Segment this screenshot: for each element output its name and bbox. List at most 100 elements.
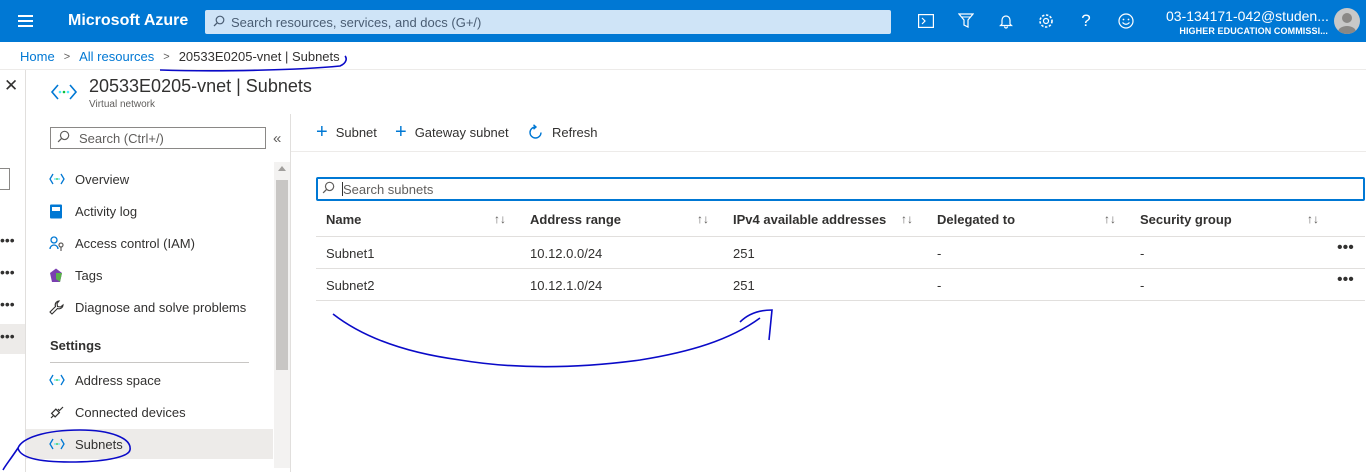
cell-security-group: -: [1140, 278, 1145, 293]
refresh-icon: [527, 124, 544, 141]
search-icon: [213, 15, 231, 30]
sort-icon[interactable]: ↑↓: [1307, 212, 1319, 226]
collapsed-blade-input[interactable]: [0, 168, 10, 190]
cell-name[interactable]: Subnet1: [326, 246, 374, 261]
avatar[interactable]: [1334, 8, 1360, 34]
sort-icon[interactable]: ↑↓: [697, 212, 709, 226]
account-org: HIGHER EDUCATION COMMISSI...: [1179, 26, 1328, 36]
cell-security-group: -: [1140, 246, 1145, 261]
breadcrumb-separator: >: [163, 50, 170, 63]
menu-item-subnets[interactable]: Subnets: [26, 429, 273, 459]
cell-name[interactable]: Subnet2: [326, 278, 374, 293]
menu-item-label: Diagnose and solve problems: [75, 299, 247, 315]
settings-icon[interactable]: [1026, 0, 1066, 42]
more-icon[interactable]: •••: [0, 328, 15, 344]
cell-address-range: 10.12.0.0/24: [530, 246, 603, 261]
breadcrumb-home[interactable]: Home: [20, 49, 55, 64]
search-icon: [322, 181, 342, 197]
breadcrumb-separator: >: [63, 50, 71, 63]
more-icon[interactable]: •••: [1337, 239, 1354, 257]
cell-address-range: 10.12.1.0/24: [530, 278, 603, 293]
page-subtitle: Virtual network: [89, 99, 155, 110]
refresh-label: Refresh: [552, 125, 598, 140]
add-subnet-button[interactable]: + Subnet: [316, 121, 377, 143]
cell-ipv4-available: 251: [733, 246, 755, 261]
breadcrumb-all-resources[interactable]: All resources: [79, 49, 154, 64]
feedback-icon[interactable]: [1106, 0, 1146, 42]
menu-item-label: Activity log: [75, 203, 138, 219]
notifications-icon[interactable]: [986, 0, 1026, 42]
column-header-name[interactable]: Name: [326, 212, 361, 227]
menu-item-label: Address space: [75, 372, 161, 388]
sort-icon[interactable]: ↑↓: [1104, 212, 1116, 226]
menu-item-label: Access control (IAM): [75, 235, 195, 251]
menu-search-input[interactable]: Search (Ctrl+/): [50, 127, 266, 149]
plus-icon: +: [395, 121, 407, 143]
table-row[interactable]: Subnet2 10.12.1.0/24 251 - - •••: [316, 269, 1365, 301]
subnet-search-input[interactable]: Search subnets: [316, 177, 1365, 201]
help-icon[interactable]: ?: [1066, 0, 1106, 42]
menu-search-placeholder: Search (Ctrl+/): [79, 130, 164, 146]
menu-item-address-space[interactable]: Address space: [47, 365, 273, 395]
refresh-button[interactable]: Refresh: [527, 124, 598, 141]
add-subnet-label: Subnet: [335, 124, 377, 140]
plug-icon: [49, 405, 75, 420]
top-bar: Microsoft Azure Search resources, servic…: [0, 0, 1366, 42]
scroll-up-icon[interactable]: [278, 166, 286, 171]
column-header-security-group[interactable]: Security group: [1140, 212, 1232, 227]
iam-icon: [49, 235, 75, 251]
page-title: 20533E0205-vnet | Subnets: [89, 76, 312, 96]
vnet-icon: [50, 82, 78, 105]
breadcrumb: Home > All resources > 20533E0205-vnet |…: [20, 49, 340, 64]
table-header: Name ↑↓ Address range ↑↓ IPv4 available …: [316, 204, 1365, 237]
brand-title[interactable]: Microsoft Azure: [68, 12, 188, 30]
plus-icon: +: [316, 121, 328, 143]
menu-item-connected-devices[interactable]: Connected devices: [47, 397, 273, 427]
more-icon[interactable]: •••: [0, 232, 15, 248]
vnet-icon: [49, 173, 75, 185]
command-bar: + Subnet + Gateway subnet Refresh: [291, 114, 1366, 152]
column-header-address-range[interactable]: Address range: [530, 212, 621, 227]
menu-item-label: Overview: [75, 171, 130, 187]
section-divider: [50, 362, 249, 363]
column-header-ipv4-available[interactable]: IPv4 available addresses: [733, 212, 886, 227]
table-row[interactable]: Subnet1 10.12.0.0/24 251 - - •••: [316, 237, 1365, 269]
directory-filter-icon[interactable]: [946, 0, 986, 42]
menu-item-activity-log[interactable]: Activity log: [47, 196, 273, 226]
arrow-curve-mark: [332, 313, 761, 368]
menu-section-settings: Settings: [50, 338, 102, 353]
activity-log-icon: [49, 204, 75, 219]
cell-delegated-to: -: [937, 246, 942, 261]
header-divider: [0, 69, 1366, 70]
menu-scrollbar-thumb[interactable]: [276, 180, 288, 370]
collapse-menu-icon[interactable]: «: [273, 130, 281, 147]
more-icon[interactable]: •••: [1337, 271, 1354, 289]
menu-item-access-control[interactable]: Access control (IAM): [47, 228, 273, 258]
account-name: 03-134171-042@studen...: [1166, 8, 1328, 24]
more-icon[interactable]: •••: [0, 264, 15, 280]
vnet-icon: [49, 374, 75, 386]
collapsed-blade: ••• ••• ••• •••: [0, 70, 26, 472]
sort-icon[interactable]: ↑↓: [494, 212, 506, 226]
pane-divider: [290, 114, 291, 472]
search-icon: [57, 130, 79, 146]
more-icon[interactable]: •••: [0, 296, 15, 312]
portal-menu-button[interactable]: [0, 0, 50, 42]
wrench-icon: [49, 299, 75, 315]
column-header-delegated-to[interactable]: Delegated to: [937, 212, 1015, 227]
menu-item-label: Connected devices: [75, 404, 186, 420]
add-gateway-subnet-button[interactable]: + Gateway subnet: [395, 121, 509, 143]
breadcrumb-current: 20533E0205-vnet | Subnets: [178, 49, 340, 64]
menu-item-diagnose[interactable]: Diagnose and solve problems: [47, 292, 273, 322]
cloud-shell-icon[interactable]: [906, 0, 946, 42]
arrow-head-mark: [739, 309, 773, 341]
sort-icon[interactable]: ↑↓: [901, 212, 913, 226]
close-icon[interactable]: ✕: [4, 76, 18, 96]
menu-item-overview[interactable]: Overview: [47, 164, 273, 194]
menu-item-tags[interactable]: Tags: [47, 260, 273, 290]
global-search-placeholder: Search resources, services, and docs (G+…: [231, 14, 482, 30]
account-menu[interactable]: 03-134171-042@studen... HIGHER EDUCATION…: [1166, 8, 1328, 36]
subnet-search-placeholder: Search subnets: [343, 181, 434, 197]
global-search-input[interactable]: Search resources, services, and docs (G+…: [205, 10, 891, 34]
vnet-icon: [49, 438, 75, 450]
